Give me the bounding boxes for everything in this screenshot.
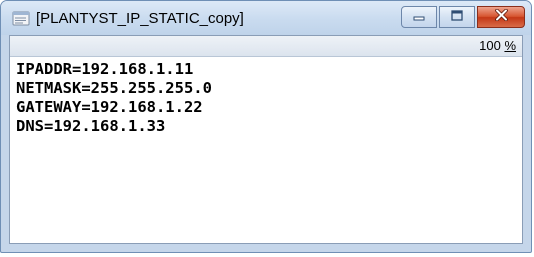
text-line: IPADDR=192.168.1.11: [16, 60, 194, 78]
close-button[interactable]: [477, 6, 525, 28]
app-window: [PLANTYST_IP_STATIC_copy] 100 % IPADDR=1…: [0, 0, 532, 253]
document-icon[interactable]: [12, 11, 30, 27]
title-bar[interactable]: [PLANTYST_IP_STATIC_copy]: [1, 1, 531, 35]
text-line: DNS=192.168.1.33: [16, 117, 166, 135]
zoom-indicator[interactable]: 100 %: [479, 38, 516, 53]
minimize-icon: [413, 8, 425, 26]
window-title: [PLANTYST_IP_STATIC_copy]: [36, 10, 244, 27]
text-line: NETMASK=255.255.255.0: [16, 79, 212, 97]
close-icon: [494, 8, 508, 26]
caption-buttons: [401, 6, 525, 28]
minimize-button[interactable]: [401, 6, 437, 28]
editor-area[interactable]: 100 % IPADDR=192.168.1.11 NETMASK=255.25…: [9, 35, 523, 244]
text-content[interactable]: IPADDR=192.168.1.11 NETMASK=255.255.255.…: [16, 60, 518, 136]
zoom-bar: 100 %: [10, 36, 522, 57]
text-line: GATEWAY=192.168.1.22: [16, 98, 203, 116]
maximize-icon: [451, 8, 463, 26]
zoom-value: 100: [479, 38, 501, 53]
zoom-unit: %: [504, 38, 516, 53]
maximize-button[interactable]: [439, 6, 475, 28]
